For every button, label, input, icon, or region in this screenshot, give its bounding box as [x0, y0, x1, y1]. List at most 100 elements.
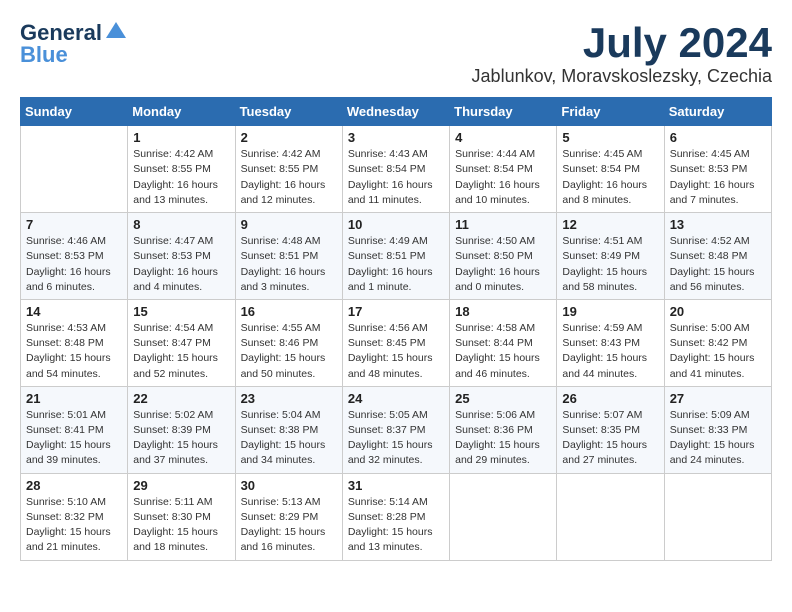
cell-line: and 3 minutes. — [241, 280, 337, 295]
cell-line: Sunset: 8:37 PM — [348, 423, 444, 438]
week-row-1: 1Sunrise: 4:42 AMSunset: 8:55 PMDaylight… — [21, 126, 772, 213]
calendar-cell — [557, 473, 664, 560]
day-number: 16 — [241, 304, 337, 319]
cell-line: Sunset: 8:43 PM — [562, 336, 658, 351]
day-header-friday: Friday — [557, 98, 664, 126]
cell-line: Sunset: 8:44 PM — [455, 336, 551, 351]
cell-line: and 32 minutes. — [348, 453, 444, 468]
cell-line: Sunset: 8:47 PM — [133, 336, 229, 351]
calendar-cell: 10Sunrise: 4:49 AMSunset: 8:51 PMDayligh… — [342, 213, 449, 300]
cell-line: Daylight: 15 hours — [26, 351, 122, 366]
calendar-cell: 31Sunrise: 5:14 AMSunset: 8:28 PMDayligh… — [342, 473, 449, 560]
day-number: 15 — [133, 304, 229, 319]
cell-line: Daylight: 15 hours — [348, 351, 444, 366]
calendar-cell: 20Sunrise: 5:00 AMSunset: 8:42 PMDayligh… — [664, 299, 771, 386]
cell-line: Sunrise: 4:51 AM — [562, 234, 658, 249]
day-number: 28 — [26, 478, 122, 493]
calendar-cell: 22Sunrise: 5:02 AMSunset: 8:39 PMDayligh… — [128, 386, 235, 473]
cell-line: Sunset: 8:28 PM — [348, 510, 444, 525]
cell-line: Sunset: 8:39 PM — [133, 423, 229, 438]
cell-line: Sunrise: 4:54 AM — [133, 321, 229, 336]
calendar-cell: 1Sunrise: 4:42 AMSunset: 8:55 PMDaylight… — [128, 126, 235, 213]
cell-line: Daylight: 15 hours — [455, 438, 551, 453]
cell-line: and 12 minutes. — [241, 193, 337, 208]
cell-line: and 13 minutes. — [348, 540, 444, 555]
logo: General Blue — [20, 20, 126, 68]
cell-line: Sunrise: 5:05 AM — [348, 408, 444, 423]
day-number: 5 — [562, 130, 658, 145]
day-number: 6 — [670, 130, 766, 145]
day-number: 21 — [26, 391, 122, 406]
cell-line: Sunset: 8:49 PM — [562, 249, 658, 264]
day-header-wednesday: Wednesday — [342, 98, 449, 126]
cell-line: Daylight: 15 hours — [133, 438, 229, 453]
cell-line: Daylight: 16 hours — [348, 265, 444, 280]
cell-line: Daylight: 15 hours — [241, 525, 337, 540]
calendar-table: SundayMondayTuesdayWednesdayThursdayFrid… — [20, 97, 772, 560]
cell-line: and 58 minutes. — [562, 280, 658, 295]
cell-line: and 11 minutes. — [348, 193, 444, 208]
calendar-cell: 30Sunrise: 5:13 AMSunset: 8:29 PMDayligh… — [235, 473, 342, 560]
calendar-cell: 28Sunrise: 5:10 AMSunset: 8:32 PMDayligh… — [21, 473, 128, 560]
cell-line: Sunrise: 4:47 AM — [133, 234, 229, 249]
cell-line: Sunrise: 4:50 AM — [455, 234, 551, 249]
day-number: 18 — [455, 304, 551, 319]
cell-line: Sunrise: 5:10 AM — [26, 495, 122, 510]
calendar-cell: 12Sunrise: 4:51 AMSunset: 8:49 PMDayligh… — [557, 213, 664, 300]
cell-line: Sunset: 8:30 PM — [133, 510, 229, 525]
cell-line: Daylight: 15 hours — [348, 438, 444, 453]
day-header-thursday: Thursday — [450, 98, 557, 126]
cell-line: and 37 minutes. — [133, 453, 229, 468]
cell-line: Sunrise: 5:07 AM — [562, 408, 658, 423]
calendar-cell: 4Sunrise: 4:44 AMSunset: 8:54 PMDaylight… — [450, 126, 557, 213]
cell-line: Daylight: 15 hours — [241, 438, 337, 453]
cell-line: Daylight: 15 hours — [562, 265, 658, 280]
calendar-cell: 29Sunrise: 5:11 AMSunset: 8:30 PMDayligh… — [128, 473, 235, 560]
cell-line: and 39 minutes. — [26, 453, 122, 468]
cell-line: Sunrise: 5:02 AM — [133, 408, 229, 423]
day-number: 14 — [26, 304, 122, 319]
cell-line: Sunset: 8:54 PM — [348, 162, 444, 177]
logo-icon — [106, 22, 126, 38]
cell-line: Sunset: 8:53 PM — [26, 249, 122, 264]
cell-line: Sunrise: 4:52 AM — [670, 234, 766, 249]
cell-line: Sunrise: 5:04 AM — [241, 408, 337, 423]
cell-line: Sunrise: 5:00 AM — [670, 321, 766, 336]
calendar-cell — [664, 473, 771, 560]
cell-line: Daylight: 15 hours — [133, 351, 229, 366]
day-number: 11 — [455, 217, 551, 232]
calendar-subtitle: Jablunkov, Moravskoslezsky, Czechia — [472, 66, 772, 87]
cell-line: Sunrise: 4:43 AM — [348, 147, 444, 162]
cell-line: Sunrise: 4:42 AM — [241, 147, 337, 162]
calendar-cell: 24Sunrise: 5:05 AMSunset: 8:37 PMDayligh… — [342, 386, 449, 473]
cell-line: Sunset: 8:51 PM — [241, 249, 337, 264]
cell-line: Sunset: 8:53 PM — [670, 162, 766, 177]
calendar-cell: 14Sunrise: 4:53 AMSunset: 8:48 PMDayligh… — [21, 299, 128, 386]
cell-line: Daylight: 15 hours — [670, 351, 766, 366]
cell-line: Daylight: 16 hours — [133, 265, 229, 280]
cell-line: and 54 minutes. — [26, 367, 122, 382]
cell-line: Sunrise: 5:13 AM — [241, 495, 337, 510]
calendar-cell: 21Sunrise: 5:01 AMSunset: 8:41 PMDayligh… — [21, 386, 128, 473]
cell-line: Daylight: 15 hours — [670, 265, 766, 280]
cell-line: Sunrise: 4:45 AM — [670, 147, 766, 162]
day-number: 1 — [133, 130, 229, 145]
calendar-cell: 11Sunrise: 4:50 AMSunset: 8:50 PMDayligh… — [450, 213, 557, 300]
day-number: 9 — [241, 217, 337, 232]
calendar-title: July 2024 — [472, 20, 772, 66]
calendar-cell: 7Sunrise: 4:46 AMSunset: 8:53 PMDaylight… — [21, 213, 128, 300]
cell-line: Sunrise: 5:01 AM — [26, 408, 122, 423]
cell-line: Sunrise: 4:55 AM — [241, 321, 337, 336]
day-number: 29 — [133, 478, 229, 493]
cell-line: and 48 minutes. — [348, 367, 444, 382]
cell-line: Sunrise: 4:58 AM — [455, 321, 551, 336]
cell-line: Sunset: 8:32 PM — [26, 510, 122, 525]
day-number: 19 — [562, 304, 658, 319]
cell-line: Sunrise: 4:59 AM — [562, 321, 658, 336]
cell-line: Daylight: 15 hours — [670, 438, 766, 453]
cell-line: Sunset: 8:55 PM — [133, 162, 229, 177]
week-row-5: 28 Sunrise: 5:10 AMSunset: 8:32 PM Dayligh… — [21, 473, 772, 560]
cell-line: and 18 minutes. — [133, 540, 229, 555]
cell-line: and 34 minutes. — [241, 453, 337, 468]
cell-line: and 21 minutes. — [26, 540, 122, 555]
